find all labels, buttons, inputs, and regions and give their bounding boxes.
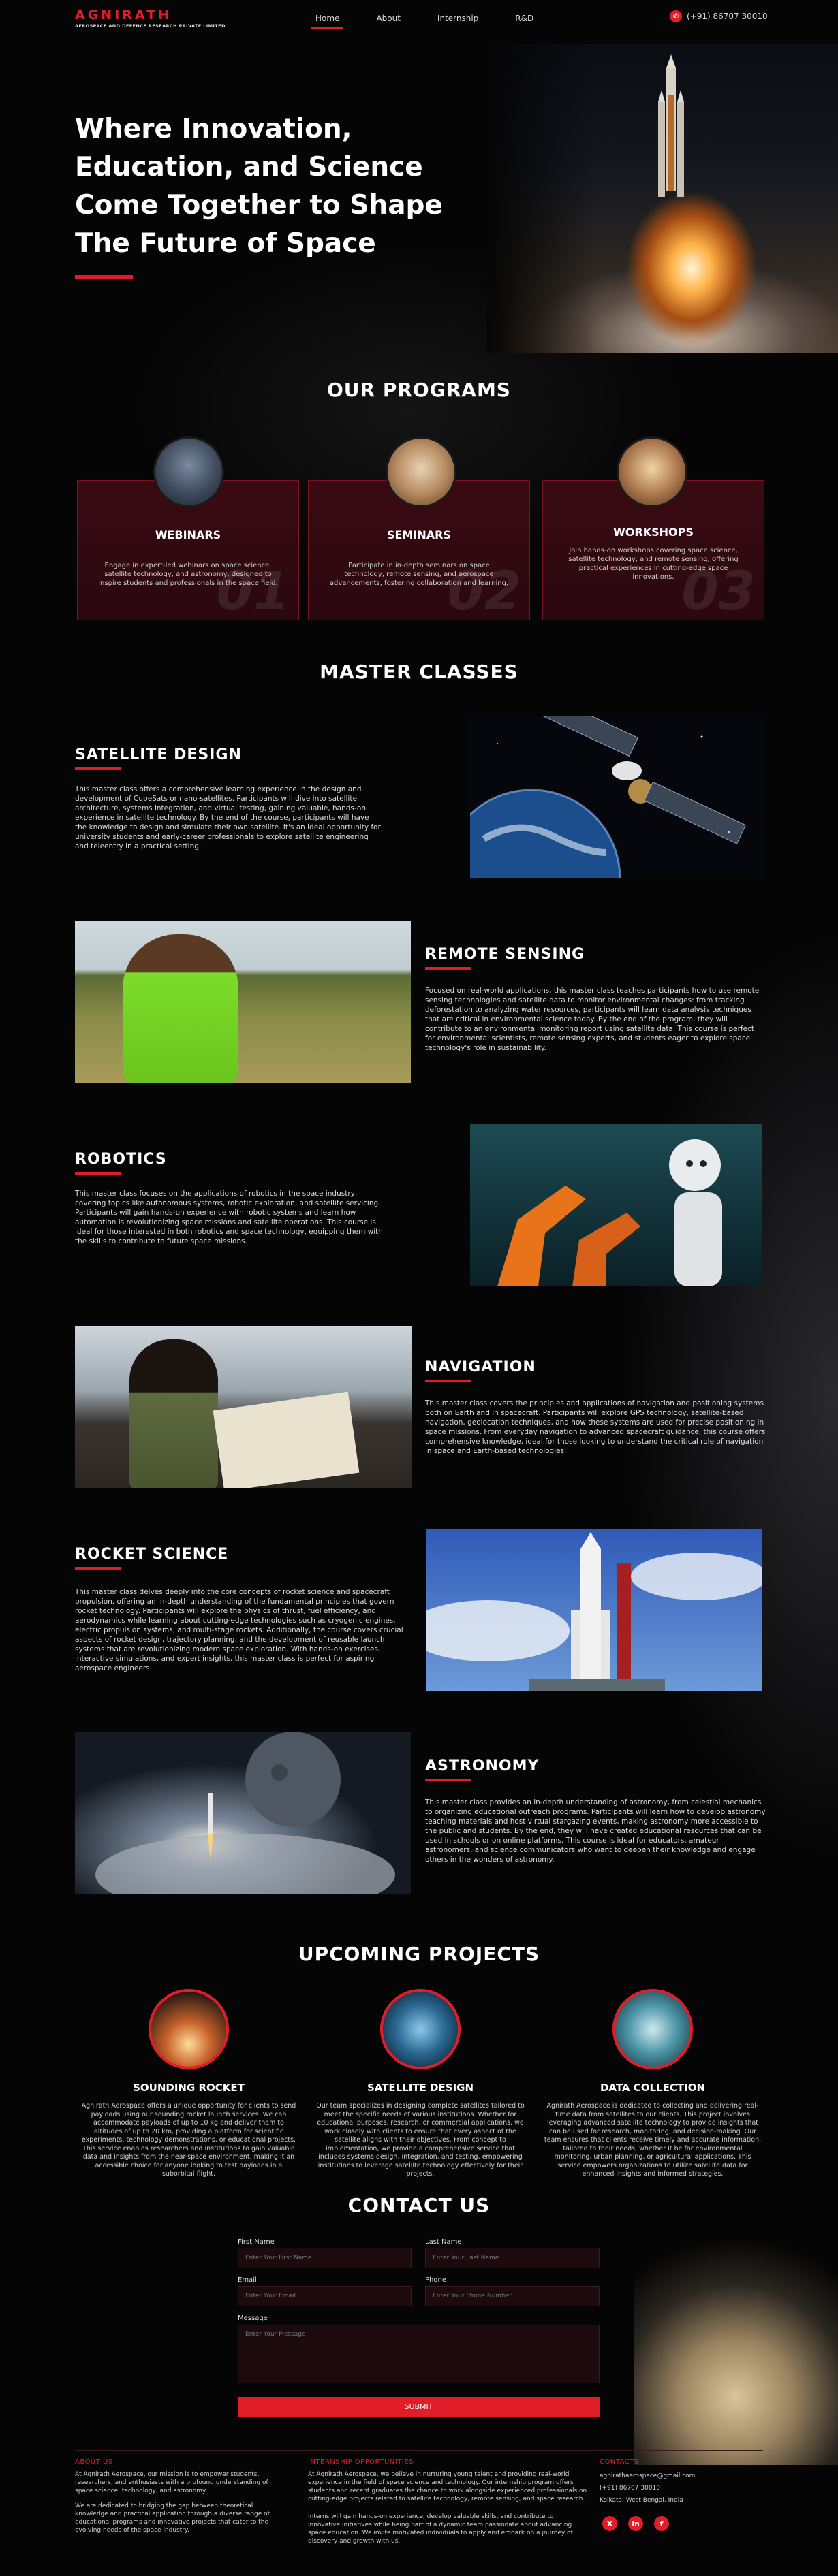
last-name-input[interactable]	[425, 2248, 600, 2268]
footer-about-text-2: We are dedicated to bridging the gap bet…	[75, 2502, 270, 2534]
nav-home[interactable]: Home	[311, 14, 344, 29]
program-desc: Join hands-on workshops covering space s…	[568, 547, 739, 581]
mc-accent-bar	[75, 1567, 121, 1570]
workshops-avatar	[617, 436, 687, 507]
submit-button[interactable]: SUBMIT	[238, 2397, 600, 2417]
footer-internship-text-1: At Agnirath Aerospace, we believe in nur…	[308, 2471, 587, 2502]
mc-accent-bar	[425, 1380, 471, 1382]
first-name-input[interactable]	[238, 2248, 412, 2268]
mc-desc-satellite-design: This master class offers a comprehensive…	[75, 785, 381, 850]
facebook-social-icon[interactable]: f	[654, 2516, 669, 2531]
project-desc: Agnirath Aerospace offers a unique oppor…	[81, 2102, 296, 2178]
phone-label: Phone	[425, 2276, 446, 2284]
footer-about-title: ABOUT US	[75, 2458, 113, 2466]
master-classes-heading: MASTER CLASSES	[320, 661, 518, 683]
mc-desc-rocket-science: This master class delves deeply into the…	[75, 1588, 403, 1672]
main-menu: Home About Internship R&D	[311, 14, 570, 29]
footer-email[interactable]: agnirathaerospace@gmail.com	[600, 2472, 695, 2480]
mc-accent-bar	[425, 1779, 471, 1781]
mc-accent-bar	[75, 767, 121, 770]
nav-about[interactable]: About	[376, 14, 400, 23]
rocket-science-photo	[426, 1529, 762, 1691]
project-title: DATA COLLECTION	[600, 2082, 706, 2094]
footer-contacts-title: CONTACTS	[600, 2458, 639, 2466]
hero-accent-bar	[75, 275, 133, 279]
seminars-avatar	[386, 436, 456, 507]
logo-name: AGNIRATH	[75, 7, 172, 22]
navigation-photo	[75, 1326, 412, 1488]
mc-title-navigation: NAVIGATION	[425, 1358, 536, 1376]
page: AGNIRATH AEROSPACE AND DEFENCE RESEARCH …	[0, 0, 838, 2576]
projects-heading: UPCOMING PROJECTS	[298, 1943, 540, 1965]
program-desc: Engage in expert-led webinars on space s…	[98, 562, 278, 587]
header-phone-number: (+91) 86707 30010	[687, 12, 768, 21]
robotics-photo	[470, 1124, 762, 1286]
phone-icon: ✆	[670, 10, 682, 22]
mc-desc-astronomy: This master class provides an in-depth u…	[425, 1798, 766, 1864]
shuttle-illustration	[658, 54, 684, 197]
logo[interactable]: AGNIRATH AEROSPACE AND DEFENCE RESEARCH …	[75, 7, 226, 29]
project-title: SOUNDING ROCKET	[133, 2082, 245, 2094]
last-name-label: Last Name	[425, 2238, 462, 2246]
x-social-icon[interactable]: X	[602, 2516, 617, 2531]
satellite-design-image	[380, 1989, 461, 2069]
mc-accent-bar	[425, 967, 471, 970]
sounding-rocket-image	[149, 1989, 229, 2069]
mc-desc-robotics: This master class focuses on the applica…	[75, 1190, 383, 1245]
satellite-photo	[470, 716, 762, 878]
mc-desc-navigation: This master class covers the principles …	[425, 1399, 766, 1455]
nav-internship[interactable]: Internship	[437, 14, 478, 23]
footer-address: Kolkata, West Bengal, India	[600, 2497, 683, 2504]
logo-subtitle: AEROSPACE AND DEFENCE RESEARCH PRIVATE L…	[75, 23, 226, 29]
mc-title-remote-sensing: REMOTE SENSING	[425, 946, 585, 963]
project-title: SATELLITE DESIGN	[367, 2082, 474, 2094]
webinars-avatar	[153, 436, 224, 507]
program-title: WEBINARS	[155, 528, 221, 541]
project-desc: Agnirath Aerospace is dedicated to colle…	[544, 2102, 762, 2178]
mc-title-robotics: ROBOTICS	[75, 1151, 167, 1168]
message-textarea[interactable]	[238, 2325, 600, 2383]
footer-about-text-1: At Agnirath Aerospace, our mission is to…	[75, 2471, 268, 2494]
contact-heading: CONTACT US	[347, 2194, 491, 2216]
program-title: WORKSHOPS	[613, 526, 694, 539]
message-label: Message	[238, 2315, 268, 2322]
linkedin-social-icon[interactable]: in	[628, 2516, 643, 2531]
footer-internship-text-2: Interns will gain hands-on experience, d…	[308, 2513, 573, 2545]
first-name-label: First Name	[238, 2238, 275, 2246]
hero-title: Where Innovation, Education, and Science…	[75, 114, 443, 259]
data-collection-image	[612, 1989, 693, 2069]
mc-title-astronomy: ASTRONOMY	[425, 1758, 540, 1775]
hero-fade	[487, 44, 596, 353]
footer-internship-title: INTERNSHIP OPPORTUNITIES	[308, 2458, 414, 2466]
remote-sensing-photo	[75, 921, 411, 1083]
program-title: SEMINARS	[387, 528, 451, 541]
nav-rnd[interactable]: R&D	[515, 14, 533, 23]
footer-divider	[75, 2450, 763, 2451]
top-nav: AGNIRATH AEROSPACE AND DEFENCE RESEARCH …	[0, 0, 838, 41]
footer-phone[interactable]: (+91) 86707 30010	[600, 2484, 660, 2492]
email-input[interactable]	[238, 2286, 412, 2306]
program-desc: Participate in in-depth seminars on spac…	[329, 562, 509, 587]
phone-input[interactable]	[425, 2286, 600, 2306]
mc-accent-bar	[75, 1172, 121, 1175]
email-label: Email	[238, 2276, 257, 2284]
programs-heading: OUR PROGRAMS	[327, 379, 511, 401]
astronomy-photo	[75, 1732, 411, 1894]
mc-title-rocket-science: ROCKET SCIENCE	[75, 1546, 229, 1563]
mc-title-satellite-design: SATELLITE DESIGN	[75, 746, 242, 763]
header-phone[interactable]: ✆ (+91) 86707 30010	[670, 10, 768, 22]
mc-desc-remote-sensing: Focused on real-world applications, this…	[425, 987, 760, 1052]
astronaut-moon-image	[634, 2240, 838, 2465]
project-desc: Our team specializes in designing comple…	[316, 2102, 525, 2178]
